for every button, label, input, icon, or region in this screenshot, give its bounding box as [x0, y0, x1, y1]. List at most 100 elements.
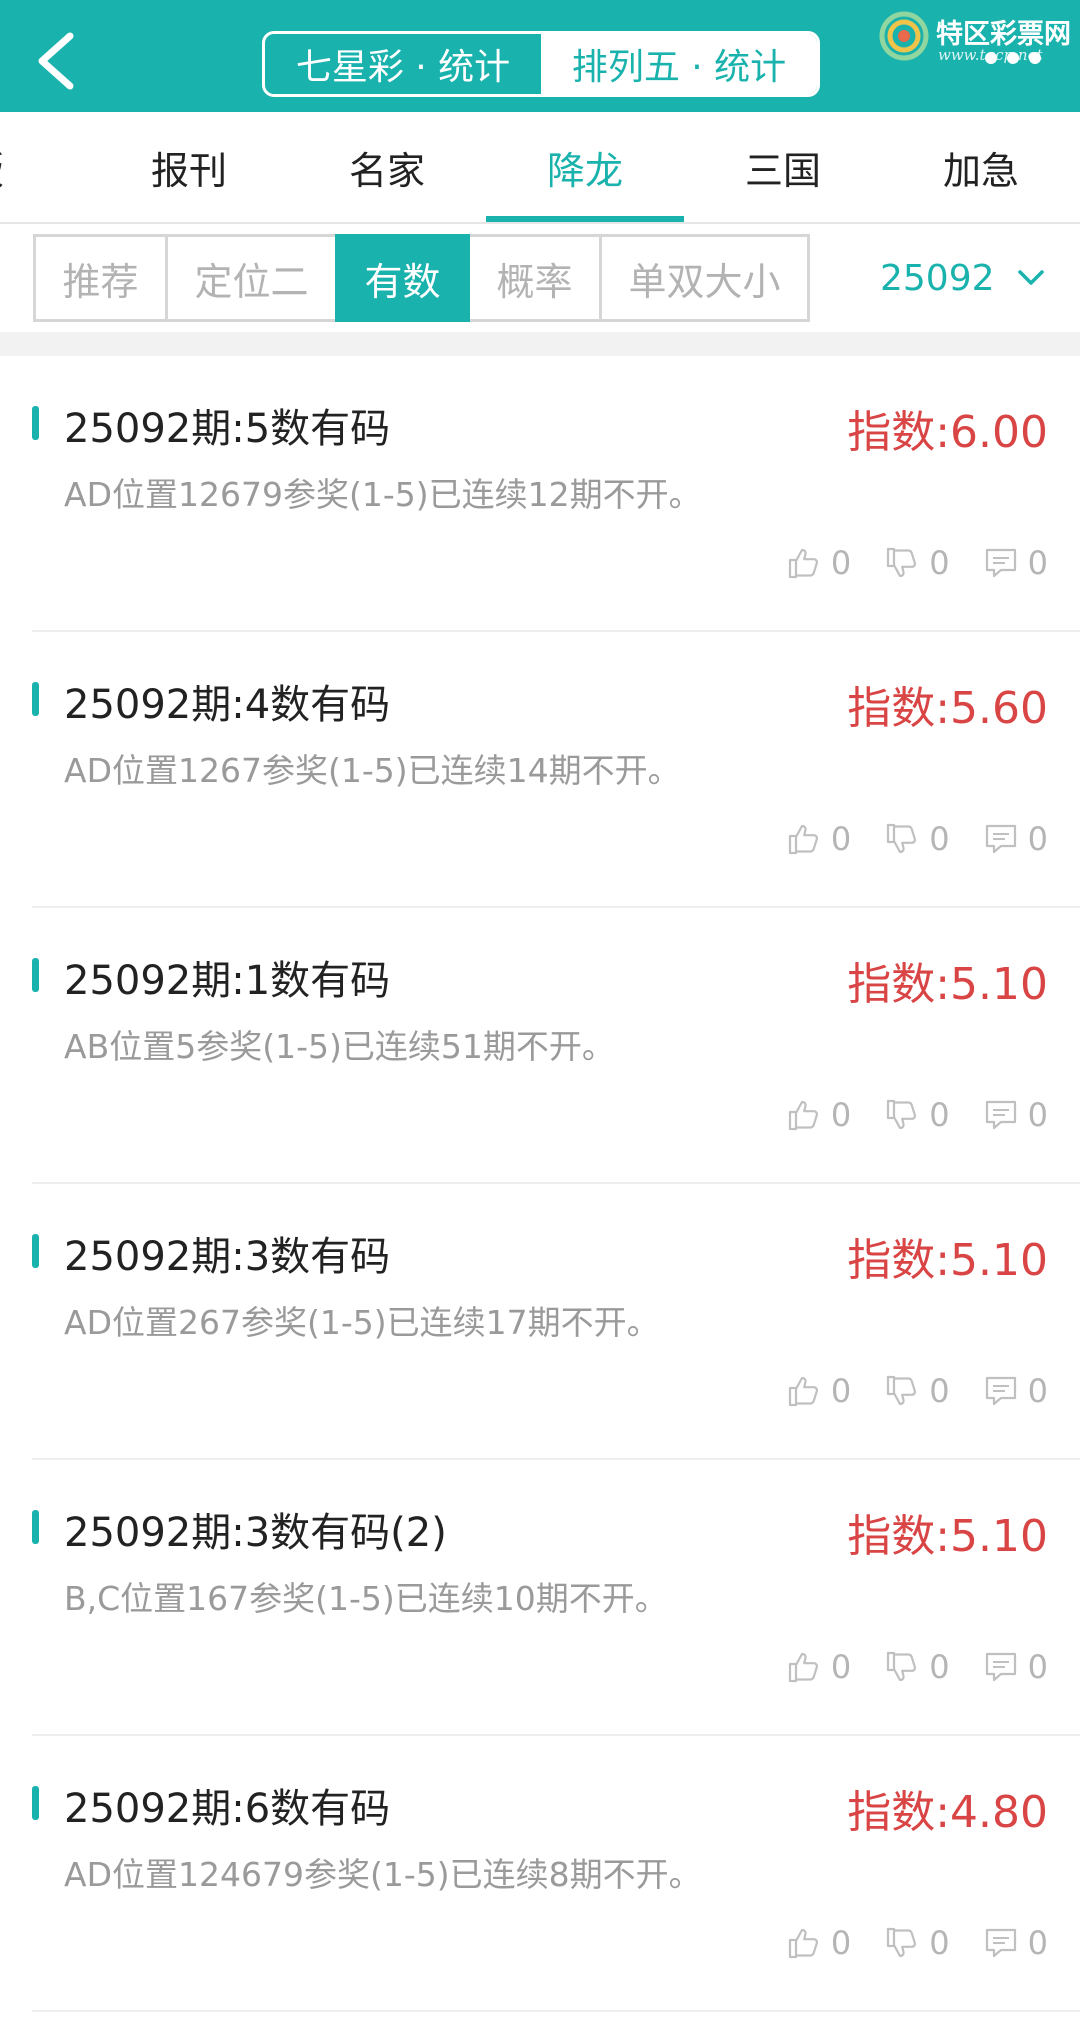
card-description: AD位置12679参奖(1-5)已连续12期不开。	[64, 475, 702, 514]
category-tabs: 版 报刊 名家 降龙 三国 加急	[0, 112, 1080, 224]
comment-count: 0	[1027, 544, 1048, 582]
comment-button[interactable]: 0	[984, 1924, 1048, 1962]
tab-mingjia[interactable]: 名家	[288, 112, 486, 222]
subtab-danshuangdaxiao[interactable]: 单双大小	[599, 234, 810, 322]
dislike-count: 0	[929, 1096, 950, 1134]
like-count: 0	[830, 1924, 852, 1962]
card-title: 25092期:3数有码	[64, 1234, 391, 1280]
subtab-gailv[interactable]: 概率	[467, 234, 602, 322]
tab-sanguo[interactable]: 三国	[684, 112, 882, 222]
tab-baokan[interactable]: 报刊	[90, 112, 288, 222]
more-icon	[985, 52, 997, 64]
subtab-youshu[interactable]: 有数	[335, 234, 470, 322]
like-button[interactable]: 0	[787, 1648, 851, 1686]
card-index: 指数:5.60	[847, 683, 1048, 734]
card-title: 25092期:6数有码	[64, 1786, 391, 1832]
chevron-down-icon	[1017, 270, 1044, 285]
like-count: 0	[830, 1096, 852, 1134]
like-count: 0	[830, 1648, 852, 1686]
card-accent-bar	[32, 1234, 39, 1268]
section-divider	[0, 332, 1080, 356]
logo-swirl-icon	[879, 11, 929, 61]
dislike-button[interactable]: 0	[885, 1924, 950, 1962]
prediction-card[interactable]: 25092期:4数有码 指数:5.60 AD位置1267参奖(1-5)已连续14…	[32, 632, 1080, 908]
card-title: 25092期:4数有码	[64, 682, 391, 728]
card-actions: 0 0 0	[753, 1924, 1048, 1962]
dislike-count: 0	[929, 1924, 950, 1962]
period-value: 25092	[880, 257, 995, 299]
like-button[interactable]: 0	[787, 544, 851, 582]
thumbs-up-icon	[788, 1652, 818, 1683]
thumbs-down-icon	[887, 823, 917, 854]
tab-jianglong[interactable]: 降龙	[486, 112, 684, 222]
thumbs-up-icon	[788, 1376, 818, 1407]
sub-tabs: 推荐 定位二 有数 概率 单双大小	[33, 234, 810, 322]
comment-icon	[985, 1376, 1016, 1406]
dislike-button[interactable]: 0	[885, 820, 950, 858]
tab-jiaji[interactable]: 加急	[882, 112, 1080, 222]
app-header: 七星彩 · 统计 排列五 · 统计 特区彩票网 www.tqcp.net	[0, 0, 1080, 112]
card-index: 指数:5.10	[847, 1511, 1048, 1562]
card-actions: 0 0 0	[753, 1372, 1048, 1410]
like-button[interactable]: 0	[787, 1372, 851, 1410]
comment-icon	[985, 824, 1016, 854]
dislike-button[interactable]: 0	[885, 544, 950, 582]
card-index: 指数:4.80	[847, 1787, 1048, 1838]
segment-pailiewu[interactable]: 排列五 · 统计	[541, 34, 817, 94]
comment-icon	[985, 1928, 1016, 1958]
comment-button[interactable]: 0	[984, 544, 1048, 582]
card-index: 指数:6.00	[847, 407, 1048, 458]
thumbs-down-icon	[887, 1099, 917, 1130]
dislike-count: 0	[929, 544, 950, 582]
dislike-button[interactable]: 0	[885, 1372, 950, 1410]
like-count: 0	[830, 1372, 852, 1410]
like-button[interactable]: 0	[787, 1924, 851, 1962]
prediction-list: 25092期:5数有码 指数:6.00 AD位置12679参奖(1-5)已连续1…	[0, 356, 1080, 2012]
like-count: 0	[830, 820, 852, 858]
dislike-button[interactable]: 0	[885, 1096, 950, 1134]
card-description: B,C位置167参奖(1-5)已连续10期不开。	[64, 1579, 668, 1618]
prediction-card[interactable]: 25092期:5数有码 指数:6.00 AD位置12679参奖(1-5)已连续1…	[32, 356, 1080, 632]
prediction-card[interactable]: 25092期:3数有码(2) 指数:5.10 B,C位置167参奖(1-5)已连…	[32, 1460, 1080, 1736]
subtab-dingweier[interactable]: 定位二	[165, 234, 338, 322]
tab-ban[interactable]: 版	[0, 112, 40, 222]
active-tab-indicator	[486, 216, 684, 222]
segment-qixingcai[interactable]: 七星彩 · 统计	[265, 34, 541, 94]
subtab-tuijian[interactable]: 推荐	[33, 234, 168, 322]
comment-count: 0	[1027, 1648, 1048, 1686]
thumbs-up-icon	[788, 824, 818, 855]
like-button[interactable]: 0	[787, 1096, 851, 1134]
comment-button[interactable]: 0	[984, 1372, 1048, 1410]
card-actions: 0 0 0	[753, 544, 1048, 582]
card-title: 25092期:5数有码	[64, 406, 391, 452]
prediction-card[interactable]: 25092期:6数有码 指数:4.80 AD位置124679参奖(1-5)已连续…	[32, 1736, 1080, 2012]
card-accent-bar	[32, 1510, 39, 1544]
thumbs-down-icon	[887, 1375, 917, 1406]
thumbs-up-icon	[788, 1928, 818, 1959]
card-accent-bar	[32, 958, 39, 992]
card-accent-bar	[32, 1786, 39, 1820]
dislike-button[interactable]: 0	[885, 1648, 950, 1686]
more-button[interactable]	[985, 52, 1055, 72]
back-button[interactable]	[30, 28, 90, 94]
like-button[interactable]: 0	[787, 820, 851, 858]
comment-count: 0	[1027, 820, 1048, 858]
like-count: 0	[830, 544, 852, 582]
period-select[interactable]: 25092	[880, 248, 1045, 308]
card-title: 25092期:3数有码(2)	[64, 1510, 447, 1556]
comment-icon	[985, 1652, 1016, 1682]
thumbs-up-icon	[788, 548, 818, 579]
prediction-card[interactable]: 25092期:3数有码 指数:5.10 AD位置267参奖(1-5)已连续17期…	[32, 1184, 1080, 1460]
comment-button[interactable]: 0	[984, 820, 1048, 858]
card-description: AB位置5参奖(1-5)已连续51期不开。	[64, 1027, 615, 1066]
comment-button[interactable]: 0	[984, 1648, 1048, 1686]
thumbs-down-icon	[887, 547, 917, 578]
card-description: AD位置267参奖(1-5)已连续17期不开。	[64, 1303, 660, 1342]
prediction-card[interactable]: 25092期:1数有码 指数:5.10 AB位置5参奖(1-5)已连续51期不开…	[32, 908, 1080, 1184]
card-index: 指数:5.10	[847, 1235, 1048, 1286]
comment-count: 0	[1027, 1096, 1048, 1134]
comment-button[interactable]: 0	[984, 1096, 1048, 1134]
thumbs-down-icon	[887, 1927, 917, 1958]
card-title: 25092期:1数有码	[64, 958, 391, 1004]
thumbs-up-icon	[788, 1100, 818, 1131]
